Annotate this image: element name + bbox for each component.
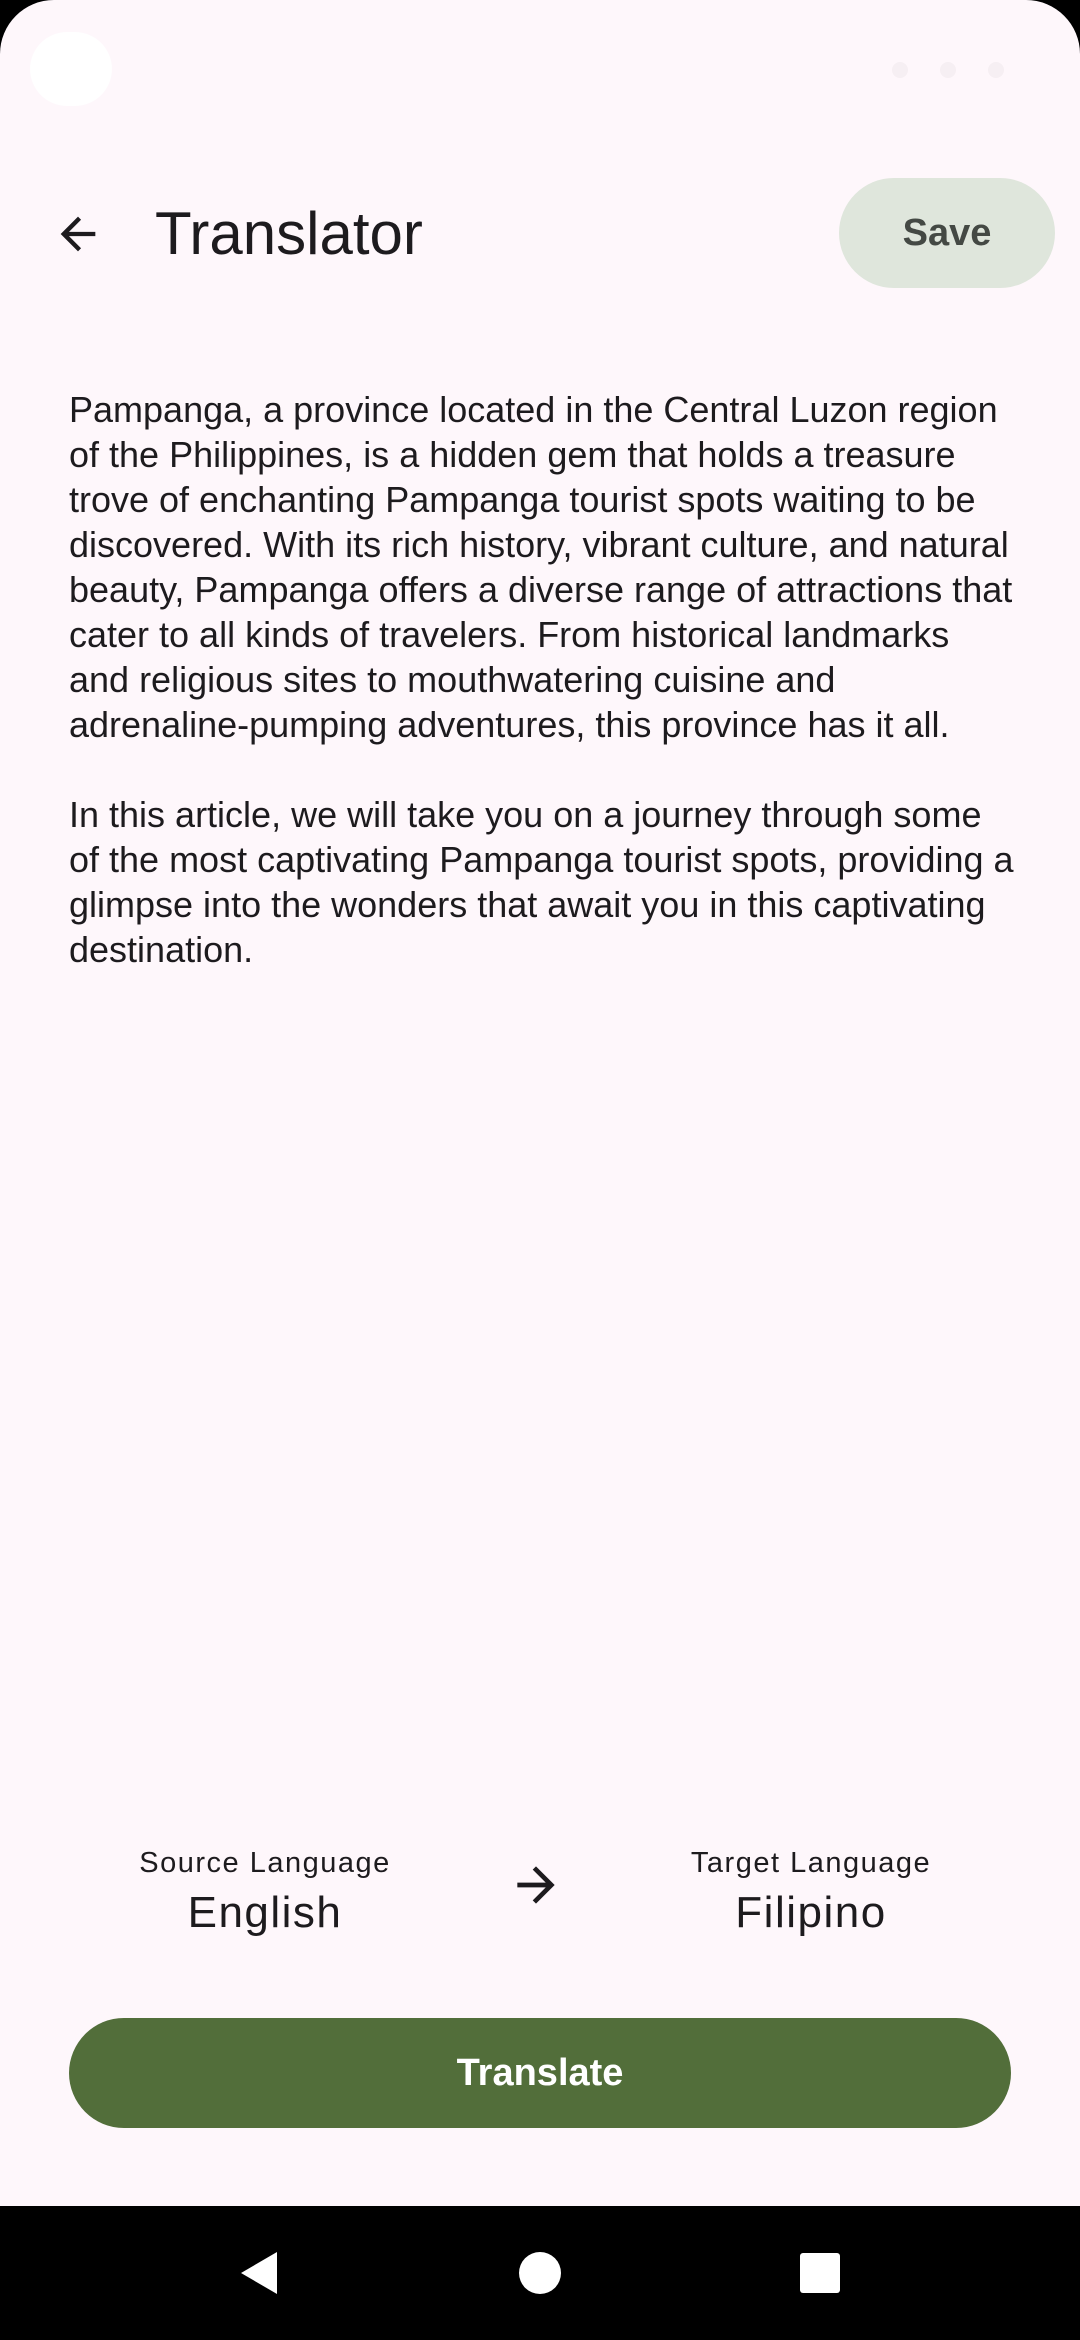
triangle-back-icon: [241, 2252, 277, 2294]
circle-home-icon: [519, 2252, 561, 2294]
target-language-selector[interactable]: Target Language Filipino: [621, 1845, 1001, 1941]
app-surface: Translator Save Pampanga, a province loc…: [0, 0, 1080, 2206]
square-recents-icon: [800, 2253, 840, 2293]
page-title: Translator: [155, 200, 423, 267]
arrow-forward-icon[interactable]: [508, 1857, 564, 1913]
source-language-caption: Source Language: [139, 1847, 391, 1879]
translate-button[interactable]: Translate: [69, 2018, 1011, 2128]
article-paragraph: In this article, we will take you on a j…: [69, 794, 1014, 970]
status-bar: [0, 0, 1080, 130]
save-button[interactable]: Save: [839, 178, 1055, 288]
status-camera-cutout: [30, 32, 112, 106]
status-wifi-icon: [892, 62, 908, 78]
article-paragraph: Pampanga, a province located in the Cent…: [69, 389, 1013, 745]
status-battery-icon: [988, 62, 1004, 78]
language-selector-row: Source Language English Target Language …: [0, 1845, 1080, 1955]
source-language-selector[interactable]: Source Language English: [75, 1845, 455, 1941]
target-language-caption: Target Language: [690, 1847, 932, 1879]
nav-home-button[interactable]: [495, 2228, 585, 2318]
nav-recents-button[interactable]: [775, 2228, 865, 2318]
system-navigation-bar: [0, 2206, 1080, 2340]
article-text: Pampanga, a province located in the Cent…: [69, 387, 1019, 972]
target-language-value: Filipino: [735, 1888, 887, 1937]
device-screen: Translator Save Pampanga, a province loc…: [0, 0, 1080, 2340]
arrow-back-icon: [60, 216, 96, 252]
back-button[interactable]: [36, 192, 120, 276]
source-language-value: English: [187, 1888, 343, 1937]
nav-back-button[interactable]: [213, 2228, 303, 2318]
top-app-bar: Translator Save: [0, 170, 1080, 300]
status-signal-icon: [940, 62, 956, 78]
